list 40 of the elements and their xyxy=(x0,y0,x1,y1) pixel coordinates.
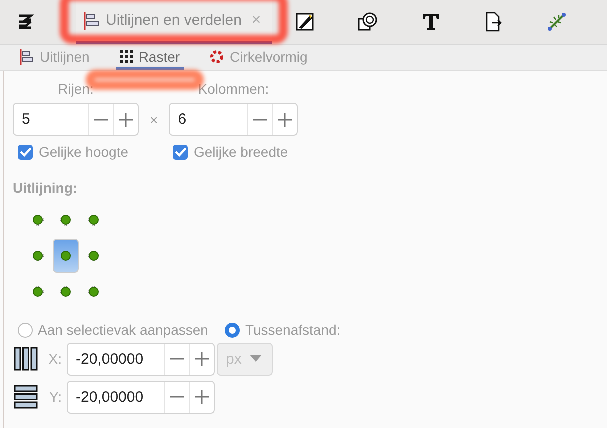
spacing-spinbox[interactable]: -20,00000 xyxy=(67,342,215,376)
checkbox[interactable] xyxy=(18,144,33,160)
align-icon xyxy=(20,48,34,64)
anchor-icon xyxy=(58,248,74,264)
shapes-icon[interactable] xyxy=(357,11,379,33)
anchor-button[interactable] xyxy=(53,239,79,273)
columns-icon xyxy=(14,347,38,371)
path-icon[interactable] xyxy=(546,11,568,33)
anchor-icon xyxy=(58,212,74,228)
radio-button[interactable] xyxy=(225,322,240,338)
align-icon xyxy=(84,12,100,30)
axis-label: Y: xyxy=(48,389,62,405)
grid-icon xyxy=(120,50,133,63)
anchor-icon xyxy=(86,248,102,264)
axis-label: X: xyxy=(48,351,62,367)
rows-label: Rijen: xyxy=(58,81,94,97)
section-title: Uitlijning: xyxy=(13,180,79,196)
caret-icon xyxy=(250,355,262,363)
text-icon[interactable] xyxy=(420,11,442,33)
anchor-icon xyxy=(30,212,46,228)
pen-icon[interactable] xyxy=(294,11,316,33)
radio-button[interactable] xyxy=(18,322,33,338)
anchor-icon xyxy=(30,284,46,300)
radio-label: Tussenafstand: xyxy=(245,322,341,338)
checkbox-label: Gelijke breedte xyxy=(194,144,288,160)
checkbox[interactable] xyxy=(173,144,188,160)
anchor-icon xyxy=(86,212,102,228)
columns-spinbox[interactable]: 6 xyxy=(169,103,298,136)
rows-icon xyxy=(14,385,38,409)
checkbox-label: Gelijke hoogte xyxy=(39,144,129,160)
anchor-icon xyxy=(30,248,46,264)
subtab[interactable]: Raster xyxy=(116,46,184,70)
anchor-icon xyxy=(58,284,74,300)
times-sign: × xyxy=(150,112,158,128)
anchor-icon xyxy=(86,284,102,300)
columns-label: Kolommen: xyxy=(198,81,270,97)
spacing-spinbox[interactable]: -20,00000 xyxy=(67,380,215,414)
radio-label: Aan selectievak aanpassen xyxy=(38,322,208,338)
circle-icon xyxy=(210,50,224,64)
rows-spinbox[interactable]: 5 xyxy=(13,103,139,136)
